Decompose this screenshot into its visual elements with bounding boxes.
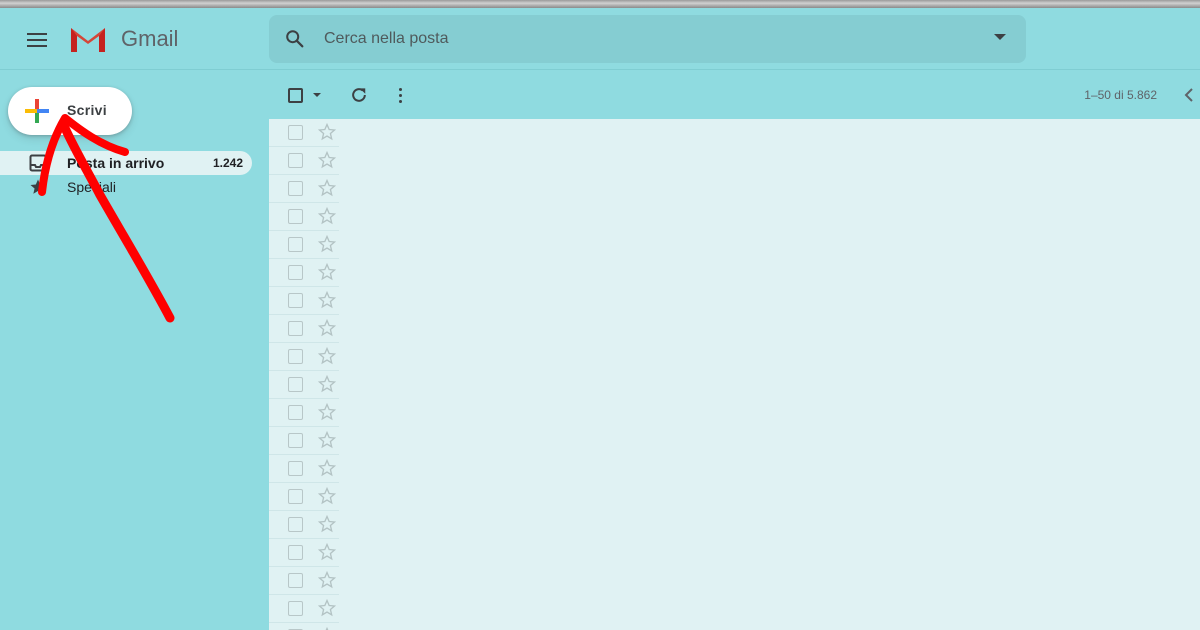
row-checkbox[interactable] (288, 405, 303, 420)
sidebar-item-starred[interactable]: Speciali (0, 175, 252, 199)
row-checkbox[interactable] (288, 349, 303, 364)
star-icon (30, 179, 46, 194)
star-outline-icon[interactable] (317, 430, 337, 450)
message-row[interactable] (269, 399, 339, 427)
row-checkbox[interactable] (288, 153, 303, 168)
header: Gmail (0, 8, 1200, 70)
row-checkbox[interactable] (288, 517, 303, 532)
search-bar (269, 15, 1026, 63)
row-checkbox[interactable] (288, 573, 303, 588)
row-checkbox[interactable] (288, 237, 303, 252)
unread-count: 1.242 (212, 156, 243, 170)
window-top-border (0, 0, 1200, 8)
star-outline-icon[interactable] (317, 206, 337, 226)
message-row[interactable] (269, 483, 339, 511)
row-checkbox[interactable] (288, 489, 303, 504)
row-checkbox[interactable] (288, 321, 303, 336)
gmail-logo-icon (71, 28, 105, 52)
pagination-count: 1–50 di 5.862 (1084, 88, 1157, 102)
row-checkbox[interactable] (288, 433, 303, 448)
row-checkbox[interactable] (288, 293, 303, 308)
message-row[interactable] (269, 343, 339, 371)
message-row[interactable] (269, 147, 339, 175)
select-dropdown-icon[interactable] (313, 93, 321, 97)
message-row[interactable] (269, 175, 339, 203)
star-outline-icon[interactable] (317, 234, 337, 254)
chevron-left-icon[interactable] (1182, 87, 1196, 103)
message-row[interactable] (269, 203, 339, 231)
row-checkbox[interactable] (288, 209, 303, 224)
message-row[interactable] (269, 315, 339, 343)
main-menu-button[interactable] (22, 25, 52, 55)
compose-label: Scrivi (67, 102, 107, 118)
star-outline-icon[interactable] (317, 570, 337, 590)
star-outline-icon[interactable] (317, 402, 337, 422)
sidebar-item-label: Speciali (67, 179, 117, 195)
more-options-icon[interactable] (393, 85, 409, 105)
message-row[interactable] (269, 567, 339, 595)
row-checkbox[interactable] (288, 181, 303, 196)
refresh-icon[interactable] (349, 85, 369, 105)
compose-plus-icon (25, 99, 49, 123)
star-outline-icon[interactable] (317, 122, 337, 142)
star-outline-icon[interactable] (317, 262, 337, 282)
compose-button[interactable]: Scrivi (8, 87, 132, 135)
message-row[interactable] (269, 287, 339, 315)
row-checkbox[interactable] (288, 125, 303, 140)
message-row[interactable] (269, 371, 339, 399)
star-outline-icon[interactable] (317, 178, 337, 198)
star-outline-icon[interactable] (317, 514, 337, 534)
select-all-checkbox[interactable] (288, 88, 303, 103)
search-input[interactable] (324, 15, 964, 63)
star-outline-icon[interactable] (317, 346, 337, 366)
message-row[interactable] (269, 539, 339, 567)
message-row[interactable] (269, 427, 339, 455)
star-outline-icon[interactable] (317, 598, 337, 618)
row-checkbox[interactable] (288, 461, 303, 476)
row-checkbox[interactable] (288, 545, 303, 560)
list-toolbar: 1–50 di 5.862 (269, 71, 1200, 119)
message-list (269, 119, 1200, 630)
row-checkbox[interactable] (288, 601, 303, 616)
star-outline-icon[interactable] (317, 458, 337, 478)
row-checkbox[interactable] (288, 377, 303, 392)
app-title: Gmail (121, 26, 179, 51)
message-row[interactable] (269, 119, 339, 147)
star-outline-icon[interactable] (317, 150, 337, 170)
message-row[interactable] (269, 259, 339, 287)
message-rows (269, 119, 339, 630)
message-row[interactable] (269, 455, 339, 483)
search-options-dropdown-icon[interactable] (994, 34, 1006, 40)
message-row[interactable] (269, 511, 339, 539)
message-row[interactable] (269, 231, 339, 259)
star-outline-icon[interactable] (317, 626, 337, 630)
inbox-icon (29, 154, 47, 172)
search-icon[interactable] (284, 28, 306, 50)
star-outline-icon[interactable] (317, 542, 337, 562)
message-row[interactable] (269, 595, 339, 623)
sidebar-item-inbox[interactable]: Posta in arrivo 1.242 (0, 151, 252, 175)
star-outline-icon[interactable] (317, 374, 337, 394)
sidebar-item-label: Posta in arrivo (67, 155, 165, 171)
star-outline-icon[interactable] (317, 486, 337, 506)
star-outline-icon[interactable] (317, 318, 337, 338)
star-outline-icon[interactable] (317, 290, 337, 310)
row-checkbox[interactable] (288, 265, 303, 280)
message-row[interactable] (269, 623, 339, 630)
